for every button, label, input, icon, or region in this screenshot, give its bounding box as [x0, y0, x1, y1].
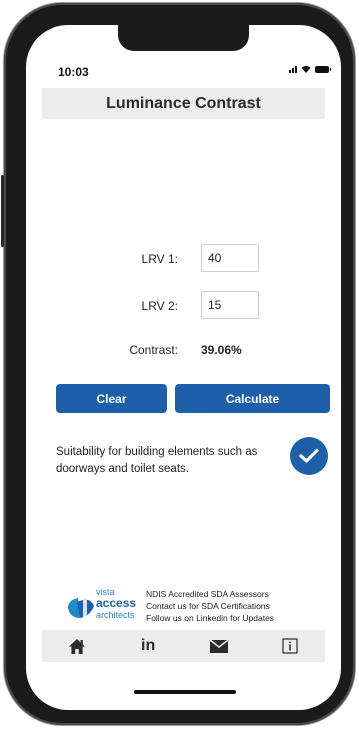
notch	[118, 25, 249, 51]
footer-line: Follow us on Linkedin for Updates	[146, 613, 275, 623]
lrv1-input[interactable]	[201, 244, 259, 272]
title-bar: Luminance Contrast	[42, 88, 325, 119]
linkedin-icon[interactable]: in	[128, 634, 168, 658]
contrast-value: 39.06%	[201, 343, 242, 357]
volume-button	[1, 175, 4, 247]
status-time: 10:03	[58, 65, 89, 79]
vista-access-logo: vista access architects	[66, 588, 142, 624]
calculate-button[interactable]: Calculate	[175, 384, 330, 413]
footer-line: Contact us for SDA Certifications	[146, 601, 270, 611]
bottom-nav: in	[42, 630, 325, 662]
mail-icon[interactable]	[199, 634, 239, 658]
info-icon[interactable]	[270, 634, 310, 658]
check-circle-icon	[290, 437, 328, 475]
screen: 10:03 Luminance Contrast LRV 1: LRV 2: C…	[26, 25, 341, 710]
status-icons	[289, 66, 331, 73]
home-indicator[interactable]	[134, 690, 236, 694]
footer-lines: NDIS Accredited SDA Assessors Contact us…	[146, 588, 274, 624]
suitability-text: Suitability for building elements such a…	[56, 446, 258, 475]
logo-word-access: access	[96, 596, 137, 610]
signal-icon	[289, 66, 297, 73]
page-title: Luminance Contrast	[106, 94, 261, 112]
battery-icon	[315, 66, 331, 73]
contrast-label: Contrast:	[129, 343, 178, 357]
footer-line: NDIS Accredited SDA Assessors	[146, 589, 269, 599]
logo-word-architects: architects	[96, 610, 135, 620]
home-icon[interactable]	[57, 634, 97, 658]
phone-frame: 10:03 Luminance Contrast LRV 1: LRV 2: C…	[1, 3, 355, 725]
linkedin-label: in	[141, 637, 156, 654]
wifi-icon	[301, 66, 311, 73]
lrv2-input[interactable]	[201, 291, 259, 319]
logo-mark-icon	[68, 598, 94, 618]
lrv2-label: LRV 2:	[141, 299, 178, 313]
clear-button[interactable]: Clear	[56, 384, 167, 413]
lrv1-label: LRV 1:	[141, 252, 178, 266]
